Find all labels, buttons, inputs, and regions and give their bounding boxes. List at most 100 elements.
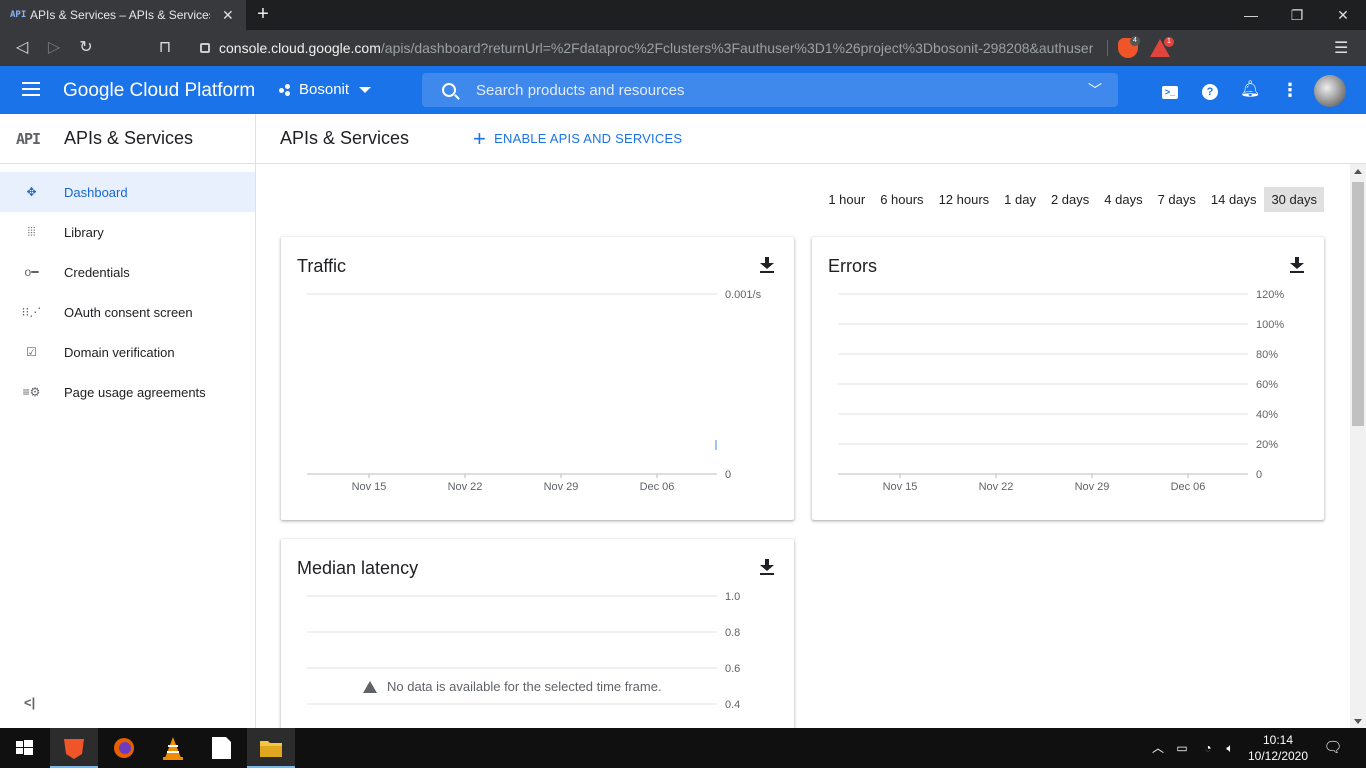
traffic-chart: 0.001/s 0 Nov 15 Nov 22 Nov 29 Dec 06 xyxy=(307,289,762,493)
brave-rewards-icon[interactable]: 1 xyxy=(1150,37,1174,57)
y-tick-label: 1.0 xyxy=(725,591,740,603)
avatar[interactable] xyxy=(1314,75,1346,107)
x-tick-label: Nov 15 xyxy=(352,481,387,493)
back-icon[interactable]: ◁ xyxy=(12,38,32,58)
search-input[interactable]: Search products and resources xyxy=(476,82,1088,99)
enable-apis-label: ENABLE APIS AND SERVICES xyxy=(494,131,683,146)
dashboard-icon: ✥ xyxy=(26,185,37,199)
sidebar-item-label: Library xyxy=(64,224,104,240)
windows-start-icon[interactable] xyxy=(0,728,48,768)
address-bar[interactable]: console.cloud.google.com /apis/dashboard… xyxy=(190,34,1110,62)
y-tick-label: 0.8 xyxy=(725,627,740,639)
time-range-7d[interactable]: 7 days xyxy=(1151,187,1203,212)
bookmark-icon[interactable]: ⊓ xyxy=(155,38,175,58)
time-range-1h[interactable]: 1 hour xyxy=(821,187,872,212)
cloud-shell-icon[interactable]: >_ xyxy=(1160,80,1180,100)
sidebar-item-oauth[interactable]: ⁝⁝⋰ OAuth consent screen xyxy=(0,292,255,332)
sidebar-title: APIs & Services xyxy=(64,128,194,148)
action-center-icon[interactable]: 🗨︎ xyxy=(1322,728,1344,768)
time-range-12h[interactable]: 12 hours xyxy=(932,187,997,212)
key-icon: o━ xyxy=(24,265,39,279)
sidebar-item-dashboard[interactable]: ✥ Dashboard xyxy=(0,172,255,212)
sidebar-item-credentials[interactable]: o━ Credentials xyxy=(0,252,255,292)
sidebar: API APIs & Services ✥ Dashboard ⦙⦙⦙ Libr… xyxy=(0,114,256,728)
y-tick-label: 0 xyxy=(1256,469,1262,481)
file-taskbar-icon[interactable] xyxy=(198,728,246,768)
minimize-icon[interactable]: — xyxy=(1228,0,1274,30)
lock-icon xyxy=(200,43,210,53)
y-tick-label: 0.6 xyxy=(725,663,740,675)
sidebar-header: API APIs & Services xyxy=(0,114,255,164)
help-icon[interactable]: ? xyxy=(1200,80,1220,100)
x-tick-label: Dec 06 xyxy=(640,481,675,493)
search-icon xyxy=(442,83,456,97)
forward-icon[interactable]: ▷ xyxy=(44,38,64,58)
enable-apis-button[interactable]: + ENABLE APIS AND SERVICES xyxy=(473,125,683,151)
window-close-icon[interactable]: ✕ xyxy=(1320,0,1366,30)
new-tab-icon[interactable]: + xyxy=(254,3,272,25)
y-tick-label: 40% xyxy=(1256,409,1278,421)
firefox-taskbar-icon[interactable] xyxy=(100,728,148,768)
file-explorer-taskbar-icon[interactable] xyxy=(247,728,295,768)
sidebar-item-library[interactable]: ⦙⦙⦙ Library xyxy=(0,212,255,252)
brave-shields-icon[interactable]: 4 xyxy=(1118,36,1140,58)
time-range-30d[interactable]: 30 days xyxy=(1264,187,1324,212)
chevron-down-icon[interactable]: ﹀ xyxy=(1088,80,1102,100)
traffic-card: Traffic 0.001/s 0 Nov 15 Nov 22 Nov 29 D… xyxy=(281,237,794,520)
vlc-taskbar-icon[interactable] xyxy=(149,728,197,768)
plus-icon: + xyxy=(473,125,487,151)
gcp-logo[interactable]: Google Cloud Platform xyxy=(63,80,255,102)
volume-icon[interactable]: 🔈︎ xyxy=(1220,728,1240,768)
x-tick-label: Nov 15 xyxy=(883,481,918,493)
sidebar-item-domain-verification[interactable]: ☑ Domain verification xyxy=(0,332,255,372)
time-range-14d[interactable]: 14 days xyxy=(1204,187,1264,212)
y-tick-label: 0.001/s xyxy=(725,289,762,301)
notifications-icon[interactable]: 🔔︎ xyxy=(1240,80,1260,100)
scroll-up-icon[interactable] xyxy=(1354,169,1362,174)
search-bar[interactable]: Search products and resources ﹀ xyxy=(422,73,1118,107)
no-data-message: No data is available for the selected ti… xyxy=(363,679,662,694)
y-tick-label: 0 xyxy=(725,469,731,481)
x-tick-label: Nov 22 xyxy=(979,481,1014,493)
no-data-text: No data is available for the selected ti… xyxy=(387,679,662,694)
warning-icon xyxy=(363,680,377,693)
project-selector[interactable]: Bosonit xyxy=(279,81,372,98)
collapse-sidebar-icon[interactable]: <| xyxy=(24,695,35,710)
x-tick-label: Nov 29 xyxy=(544,481,579,493)
x-tick-label: Dec 06 xyxy=(1171,481,1206,493)
nav-menu-icon[interactable] xyxy=(22,82,40,96)
brave-taskbar-icon[interactable] xyxy=(50,728,98,768)
errors-card: Errors 120% 100% 80% 60% 40% 20% 0 Nov 1… xyxy=(812,237,1324,520)
battery-icon[interactable]: ▭ xyxy=(1172,728,1192,768)
tray-chevron-up-icon[interactable]: ︿ xyxy=(1150,728,1166,768)
scrollbar[interactable] xyxy=(1350,164,1366,728)
sidebar-item-label: Dashboard xyxy=(64,184,128,200)
y-tick-label: 0.4 xyxy=(725,699,740,711)
tab-close-icon[interactable]: ✕ xyxy=(222,7,234,24)
library-icon: ⦙⦙⦙ xyxy=(27,224,36,239)
time-range-1d[interactable]: 1 day xyxy=(997,187,1043,212)
time-range-6h[interactable]: 6 hours xyxy=(873,187,930,212)
clock[interactable]: 10:14 10/12/2020 xyxy=(1246,732,1310,764)
settings-list-icon: ≡⚙ xyxy=(22,385,41,399)
reload-icon[interactable]: ↻ xyxy=(76,38,96,58)
taskbar: ︿ ▭ ◔ 🔈︎ 10:14 10/12/2020 🗨︎ xyxy=(0,728,1366,768)
scroll-down-icon[interactable] xyxy=(1354,719,1362,724)
restore-icon[interactable]: ❐ xyxy=(1274,0,1320,30)
sidebar-item-label: Credentials xyxy=(64,264,130,280)
scroll-thumb[interactable] xyxy=(1352,182,1364,426)
page-title: APIs & Services xyxy=(280,128,410,148)
errors-chart: 120% 100% 80% 60% 40% 20% 0 Nov 15 Nov 2… xyxy=(838,289,1284,493)
checkbox-icon: ☑ xyxy=(26,345,37,359)
clock-time: 10:14 xyxy=(1262,733,1294,747)
y-tick-label: 60% xyxy=(1256,379,1278,391)
browser-tab[interactable]: API APIs & Services – APIs & Services – … xyxy=(0,0,246,30)
caret-down-icon xyxy=(359,86,372,93)
more-vert-icon[interactable]: ⋮ xyxy=(1280,80,1300,100)
time-range-2d[interactable]: 2 days xyxy=(1044,187,1096,212)
time-range-4d[interactable]: 4 days xyxy=(1097,187,1149,212)
sidebar-item-page-usage[interactable]: ≡⚙ Page usage agreements xyxy=(0,372,255,412)
wifi-icon[interactable]: ◔ xyxy=(1198,728,1218,768)
browser-menu-icon[interactable]: ☰ xyxy=(1334,38,1348,58)
brave-badge: 4 xyxy=(1130,36,1140,46)
